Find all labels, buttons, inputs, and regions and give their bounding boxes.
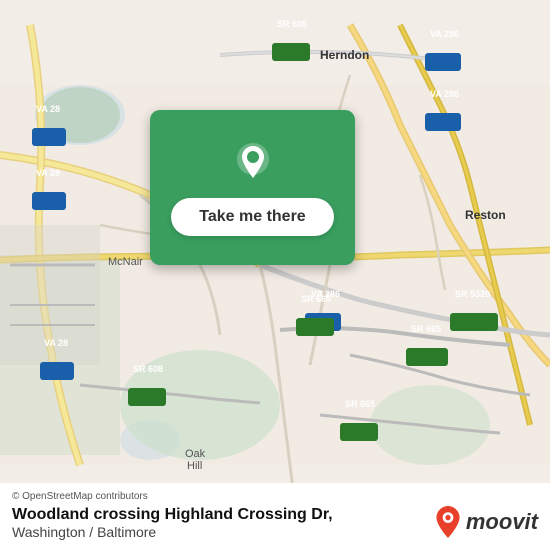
location-card[interactable]: Take me there	[150, 110, 355, 265]
bottom-bar: © OpenStreetMap contributors Woodland cr…	[0, 483, 550, 550]
moovit-pin-icon	[434, 506, 462, 538]
map-container: VA 286 VA 286 VA 286 VA 28 VA 28 VA 28 S…	[0, 0, 550, 550]
location-pin-icon	[231, 140, 275, 184]
take-me-there-button[interactable]: Take me there	[171, 198, 333, 236]
copyright-text: © OpenStreetMap contributors	[12, 491, 538, 502]
moovit-logo: moovit	[434, 506, 538, 538]
moovit-text: moovit	[466, 509, 538, 535]
map-roads	[0, 0, 550, 550]
